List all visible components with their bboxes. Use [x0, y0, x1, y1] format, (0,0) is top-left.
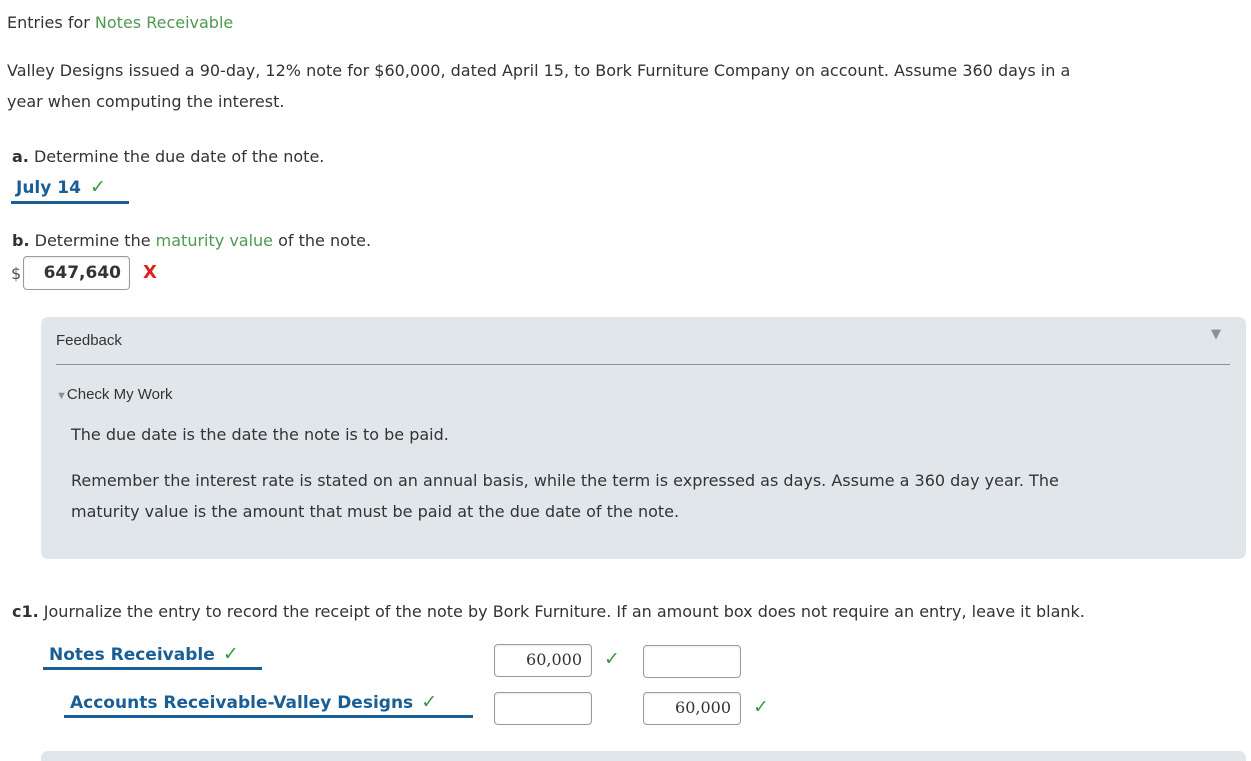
due-date-underline — [11, 201, 129, 204]
problem-text-line2: year when computing the interest. — [7, 92, 285, 111]
feedback-paragraph-2-line1: Remember the interest rate is stated on … — [71, 471, 1059, 490]
feedback-paragraph-2-line2: maturity value is the amount that must b… — [71, 502, 680, 521]
part-c1-question: c1. Journalize the entry to record the r… — [12, 602, 1085, 621]
check-my-work-expand-icon: ▼ — [56, 390, 67, 402]
maturity-value-term-link[interactable]: maturity value — [156, 231, 273, 250]
part-b-question: b. Determine the maturity value of the n… — [12, 231, 371, 250]
journal-row-1-account-dropdown[interactable]: Notes Receivable ✓ — [49, 643, 239, 665]
feedback-collapse-toggle-icon[interactable]: ▼ — [1211, 327, 1221, 342]
journal-row-1-credit-input[interactable] — [643, 645, 741, 678]
part-b-label: b. — [12, 231, 30, 250]
account-1-check-icon: ✓ — [222, 643, 239, 665]
due-date-answer: July 14 — [16, 178, 81, 198]
journal-row-2-credit-input[interactable]: 60,000 — [643, 692, 741, 725]
journal-row-1-debit-input[interactable]: 60,000 — [494, 644, 592, 677]
journal-row-1-account: Notes Receivable — [49, 645, 215, 665]
feedback-title: Feedback — [56, 332, 122, 349]
journal-row-1-underline — [43, 667, 262, 670]
heading-prefix: Entries for — [7, 13, 95, 32]
due-date-answer-dropdown[interactable]: July 14 ✓ — [16, 176, 106, 198]
part-a-question-text: Determine the due date of the note. — [33, 147, 325, 166]
check-my-work-label: Check My Work — [66, 386, 173, 403]
journal-row-2-account: Accounts Receivable-Valley Designs — [70, 693, 414, 713]
account-2-check-icon: ✓ — [421, 691, 438, 713]
journal-row-2-debit-input[interactable] — [494, 692, 592, 725]
journal-row-2-underline — [64, 715, 473, 718]
correct-check-icon: ✓ — [90, 176, 106, 198]
debit-1-check-icon: ✓ — [604, 648, 620, 670]
part-c1-label: c1. — [12, 602, 39, 621]
part-b-question-pre: Determine the — [34, 231, 156, 250]
journal-row-2-account-dropdown[interactable]: Accounts Receivable-Valley Designs ✓ — [70, 691, 437, 713]
currency-symbol: $ — [11, 264, 22, 283]
check-my-work-toggle[interactable]: ▼Check My Work — [56, 386, 172, 403]
section-heading: Entries for Notes Receivable — [7, 13, 233, 32]
maturity-value-input[interactable]: 647,640 — [23, 256, 130, 290]
credit-2-check-icon: ✓ — [753, 696, 769, 718]
part-c1-question-text: Journalize the entry to record the recei… — [43, 602, 1085, 621]
next-feedback-panel-edge — [41, 751, 1246, 761]
part-a-question: a. Determine the due date of the note. — [12, 147, 324, 166]
part-a-label: a. — [12, 147, 29, 166]
feedback-paragraph-1: The due date is the date the note is to … — [71, 425, 449, 444]
problem-text-line1: Valley Designs issued a 90-day, 12% note… — [7, 61, 1071, 80]
feedback-divider — [56, 364, 1230, 365]
notes-receivable-term-link[interactable]: Notes Receivable — [95, 13, 233, 32]
feedback-panel: Feedback ▼ ▼Check My Work The due date i… — [41, 317, 1246, 559]
part-b-question-post: of the note. — [273, 231, 372, 250]
incorrect-x-icon: X — [143, 262, 157, 283]
